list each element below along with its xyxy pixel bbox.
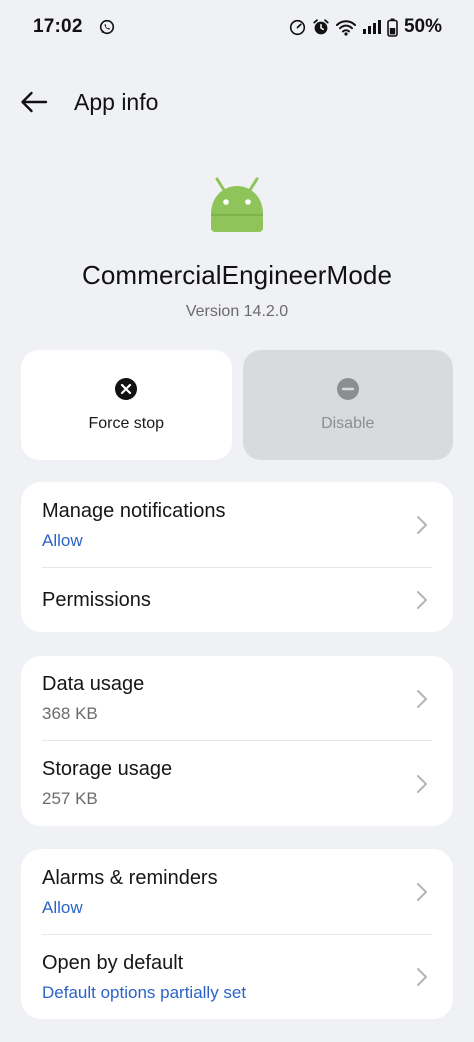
android-robot-icon: [207, 170, 267, 240]
back-button[interactable]: [20, 80, 70, 124]
signal-icon: [362, 19, 381, 35]
battery-icon: [387, 18, 398, 37]
manage-notifications-row[interactable]: Manage notifications Allow: [21, 482, 453, 568]
storage-usage-row[interactable]: Storage usage 257 KB: [21, 741, 453, 826]
chevron-right-icon: [416, 774, 428, 794]
status-left: 17:02: [33, 16, 115, 38]
status-bar: 17:02 50%: [0, 0, 474, 54]
status-time: 17:02: [33, 16, 83, 37]
gauge-icon: [289, 19, 306, 36]
status-right: 50%: [289, 16, 442, 38]
data-usage-row[interactable]: Data usage 368 KB: [21, 656, 453, 741]
chevron-right-icon: [416, 689, 428, 709]
manage-notifications-texts: Manage notifications Allow: [42, 500, 225, 551]
disable-button[interactable]: Disable: [242, 350, 453, 460]
open-by-default-value: Default options partially set: [42, 982, 247, 1002]
alarms-reminders-value: Allow: [42, 897, 83, 917]
app-name: CommercialEngineerMode: [82, 260, 392, 290]
permissions-title: Permissions: [42, 588, 151, 611]
chevron-right-icon: [416, 590, 428, 610]
wifi-icon: [335, 19, 356, 36]
action-buttons: Force stop Disable: [21, 350, 453, 460]
alarms-reminders-title: Alarms & reminders: [42, 866, 218, 889]
permissions-texts: Permissions: [42, 589, 151, 612]
close-circle-icon: [114, 377, 138, 401]
storage-usage-texts: Storage usage 257 KB: [42, 758, 172, 809]
app-header: CommercialEngineerMode Version 14.2.0: [0, 170, 474, 321]
top-app-bar: App info: [0, 80, 474, 124]
open-by-default-row[interactable]: Open by default Default options partiall…: [21, 935, 453, 1019]
alarms-reminders-row[interactable]: Alarms & reminders Allow: [21, 849, 453, 935]
open-by-default-title: Open by default: [42, 951, 184, 974]
open-by-default-texts: Open by default Default options partiall…: [42, 952, 246, 1003]
battery-percent: 50%: [403, 16, 442, 37]
chevron-right-icon: [416, 882, 428, 902]
data-usage-title: Data usage: [42, 673, 145, 695]
chevron-right-icon: [416, 515, 428, 535]
defaults-card: Alarms & reminders Allow Open by default…: [21, 849, 453, 1019]
app-version: Version 14.2.0: [185, 303, 289, 320]
alarms-reminders-texts: Alarms & reminders Allow: [42, 867, 218, 918]
usage-card: Data usage 368 KB Storage usage 257 KB: [21, 656, 453, 826]
minus-circle-icon: [336, 377, 360, 401]
storage-usage-title: Storage usage: [42, 758, 173, 780]
data-usage-texts: Data usage 368 KB: [42, 673, 144, 724]
arrow-left-icon: [20, 91, 48, 113]
storage-usage-value: 257 KB: [42, 789, 98, 808]
permissions-row[interactable]: Permissions: [21, 568, 453, 632]
notifications-card: Manage notifications Allow Permissions: [21, 482, 453, 632]
force-stop-button[interactable]: Force stop: [21, 350, 232, 460]
manage-notifications-title: Manage notifications: [42, 499, 226, 522]
force-stop-label: Force stop: [88, 415, 165, 432]
alarm-icon: [312, 18, 330, 36]
whatsapp-icon: [99, 19, 115, 35]
disable-label: Disable: [321, 415, 375, 432]
chevron-right-icon: [416, 967, 428, 987]
data-usage-value: 368 KB: [42, 704, 98, 723]
manage-notifications-value: Allow: [42, 530, 83, 550]
page-title: App info: [74, 88, 159, 115]
